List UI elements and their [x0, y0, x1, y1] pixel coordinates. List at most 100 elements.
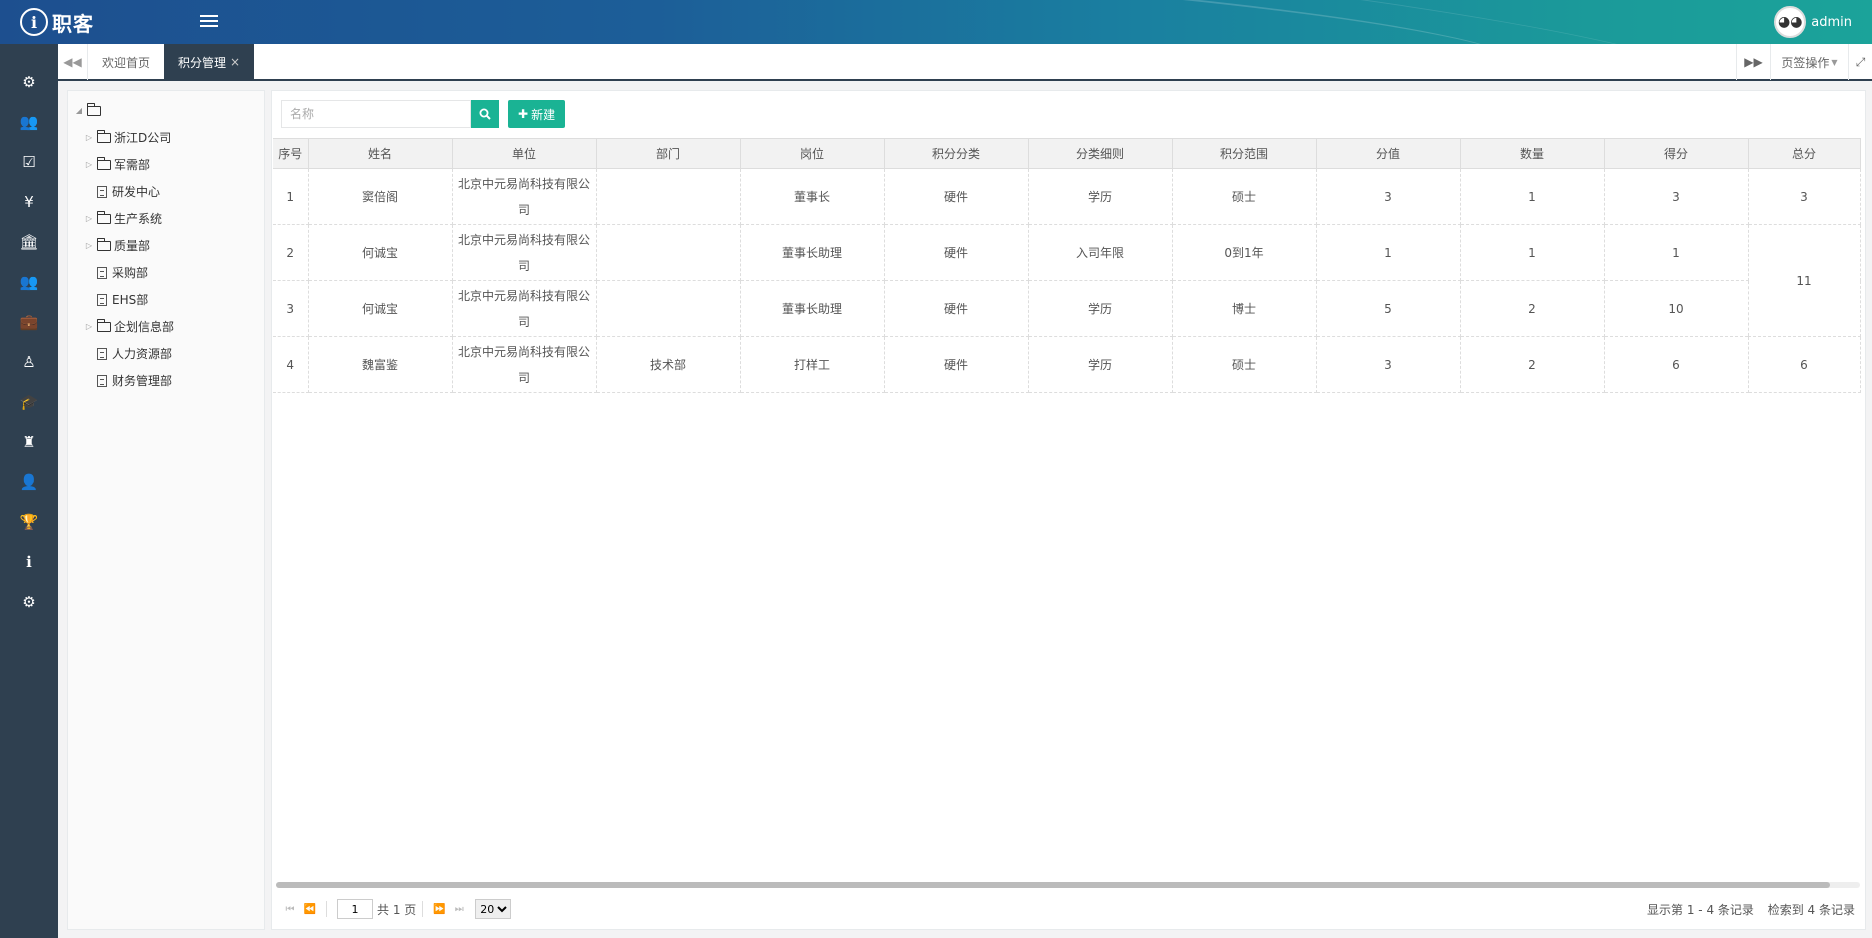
cell-range: 0到1年	[1172, 224, 1317, 281]
cell-rule: 入司年限	[1028, 224, 1173, 281]
caret-right-icon[interactable]: ▷	[84, 160, 94, 169]
folder-icon	[97, 237, 111, 251]
tree-item[interactable]: 采购部	[74, 259, 264, 286]
horizontal-scrollbar[interactable]	[276, 882, 1860, 888]
user-menu[interactable]: ◕◕ admin	[1774, 6, 1852, 38]
search-input[interactable]	[281, 100, 471, 128]
page-ops-dropdown[interactable]: 页签操作 ▼	[1770, 44, 1848, 80]
tab-label: 欢迎首页	[102, 55, 151, 70]
cubes-icon[interactable]: ⚙	[0, 62, 58, 102]
column-header[interactable]: 积分分类	[884, 138, 1029, 169]
caret-expanded-icon[interactable]: ◢	[74, 106, 84, 115]
plus-icon: ✚	[518, 107, 529, 121]
grid-toolbar: ✚新建	[281, 100, 566, 128]
first-page-icon[interactable]: ⏮	[280, 904, 300, 915]
column-header[interactable]: 分值	[1316, 138, 1461, 169]
users-icon[interactable]: 👥	[0, 102, 58, 142]
icon-sidebar: ⚙ 👥 ☑ ¥ 🏛 👥 💼 ♙ 🎓 ♜ 👤 🏆 ℹ ⚙	[0, 44, 58, 938]
column-header[interactable]: 部门	[596, 138, 741, 169]
cell-department	[596, 168, 741, 225]
trophy-icon[interactable]: 🏆	[0, 502, 58, 542]
folder-icon	[97, 156, 111, 170]
tree-item-label: 浙江D公司	[114, 131, 172, 145]
app-logo[interactable]: i 职客	[20, 6, 94, 38]
caret-right-icon[interactable]: ▷	[84, 241, 94, 250]
avatar[interactable]: ◕◕	[1774, 6, 1807, 38]
user-md-icon[interactable]: ♙	[0, 342, 58, 382]
info-icon[interactable]: ℹ	[0, 542, 58, 582]
cell-index: 3	[273, 280, 309, 337]
column-header[interactable]: 单位	[452, 138, 597, 169]
check-square-icon[interactable]: ☑	[0, 142, 58, 182]
tab-scroll-right-icon[interactable]: ▶▶	[1736, 44, 1770, 80]
table-row[interactable]: 1 窦倍阁 北京中元易尚科技有限公司 董事长 硬件 学历 硕士 3 1 3 3	[273, 168, 1861, 225]
search-button[interactable]	[471, 100, 499, 128]
cell-quantity: 1	[1460, 168, 1605, 225]
tab-welcome[interactable]: 欢迎首页	[88, 44, 164, 80]
tree-item[interactable]: EHS部	[74, 286, 264, 313]
column-header[interactable]: 得分	[1604, 138, 1749, 169]
tree-item[interactable]: ▷ 浙江D公司	[74, 124, 264, 151]
page-number-input[interactable]	[337, 899, 373, 919]
file-icon	[97, 266, 107, 279]
bank-icon[interactable]: 🏛	[0, 222, 58, 262]
column-header[interactable]: 岗位	[740, 138, 885, 169]
tree-item-label: EHS部	[112, 293, 149, 307]
cell-department: 技术部	[596, 336, 741, 393]
table-row[interactable]: 4 魏富鉴 北京中元易尚科技有限公司 技术部 打样工 硬件 学历 硕士 3 2 …	[273, 336, 1861, 393]
next-page-icon[interactable]: ⏩	[429, 904, 449, 915]
cell-points: 1	[1604, 224, 1749, 281]
briefcase-icon[interactable]: 💼	[0, 302, 58, 342]
tree-item[interactable]: ▷ 军需部	[74, 151, 264, 178]
tree-item[interactable]: ▷ 质量部	[74, 232, 264, 259]
column-header[interactable]: 姓名	[308, 138, 453, 169]
cogs-icon[interactable]: ⚙	[0, 582, 58, 622]
fullscreen-icon[interactable]: ⤢	[1848, 44, 1872, 80]
prev-page-icon[interactable]: ⏪	[300, 904, 320, 915]
cell-index: 2	[273, 224, 309, 281]
tree-item[interactable]: 人力资源部	[74, 340, 264, 367]
table-row[interactable]: 2 何诚宝 北京中元易尚科技有限公司 董事长助理 硬件 入司年限 0到1年 1 …	[273, 224, 1861, 337]
tree-item[interactable]: ▷ 企划信息部	[74, 313, 264, 340]
caret-right-icon[interactable]: ▷	[84, 322, 94, 331]
tree-item-label: 生产系统	[114, 212, 163, 226]
cell-category: 硬件	[884, 168, 1029, 225]
cell-points: 6	[1604, 336, 1749, 393]
pager-divider	[422, 901, 424, 917]
pagination-bar: ⏮ ⏪ 共 1 页 ⏩ ⏭ 20 显示第 1 - 4 条记录 检索到 4 条记录	[272, 894, 1865, 924]
yen-icon[interactable]: ¥	[0, 182, 58, 222]
column-header[interactable]: 数量	[1460, 138, 1605, 169]
logo-mark: i	[20, 8, 48, 36]
page-size-select[interactable]: 20	[475, 899, 512, 919]
file-icon	[97, 185, 107, 198]
last-page-icon[interactable]: ⏭	[449, 904, 469, 915]
caret-right-icon[interactable]: ▷	[84, 214, 94, 223]
table-row[interactable]: 3 何诚宝 北京中元易尚科技有限公司 董事长助理 硬件 学历 博士 5 2 10	[273, 280, 1860, 337]
column-header[interactable]: 分类细则	[1028, 138, 1173, 169]
new-button[interactable]: ✚ 新建	[508, 100, 566, 128]
caret-right-icon[interactable]: ▷	[84, 133, 94, 142]
tab-points-management[interactable]: 积分管理 ×	[164, 44, 255, 80]
file-icon	[97, 374, 107, 387]
tree-root[interactable]: ◢	[74, 97, 264, 124]
close-icon[interactable]: ×	[230, 55, 240, 69]
menu-toggle-icon[interactable]	[200, 12, 218, 30]
tree-item[interactable]: 财务管理部	[74, 367, 264, 394]
points-table: 序号 姓名 单位 部门 岗位 积分分类 分类细则 积分范围 分值 数量 得分 总…	[273, 138, 1861, 393]
column-header[interactable]: 总分	[1748, 138, 1861, 169]
tab-scroll-left-icon[interactable]: ◀◀	[58, 44, 88, 80]
cell-department	[596, 280, 741, 337]
column-header[interactable]: 积分范围	[1172, 138, 1317, 169]
tree-item[interactable]: ▷ 生产系统	[74, 205, 264, 232]
scrollbar-thumb[interactable]	[276, 882, 1830, 888]
cell-department	[596, 224, 741, 281]
tie-icon[interactable]: ♜	[0, 422, 58, 462]
tree-item[interactable]: 研发中心	[74, 178, 264, 205]
group-icon[interactable]: 👥	[0, 262, 58, 302]
user-icon[interactable]: 👤	[0, 462, 58, 502]
cell-category: 硬件	[884, 224, 1029, 281]
column-header[interactable]: 序号	[273, 138, 309, 169]
top-header: i 职客 ◕◕ admin	[0, 0, 1872, 44]
cell-name: 窦倍阁	[308, 168, 453, 225]
graduation-cap-icon[interactable]: 🎓	[0, 382, 58, 422]
